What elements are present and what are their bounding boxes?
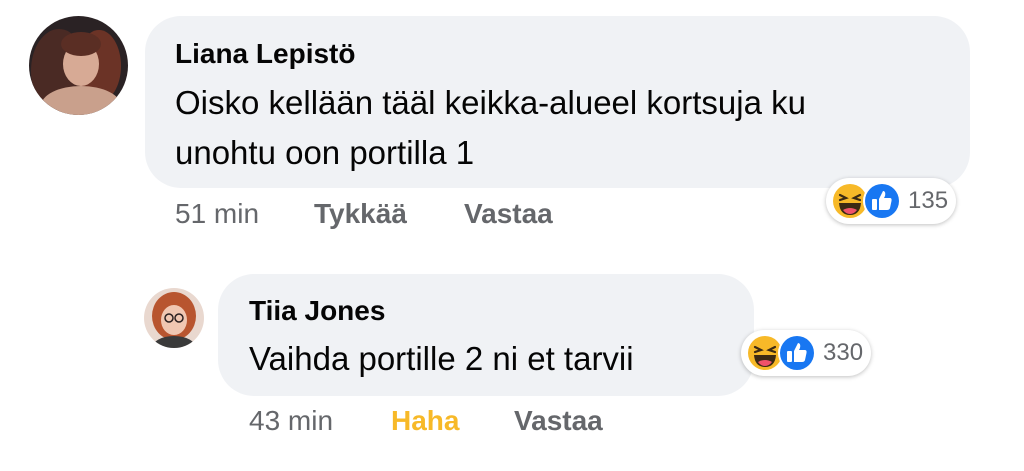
- reply-button[interactable]: Vastaa: [514, 405, 603, 437]
- reaction-count: 330: [823, 339, 864, 366]
- comment-text-line: unohtu oon portilla 1: [175, 134, 475, 171]
- reaction-count: 135: [908, 187, 949, 214]
- comment-text-line: Oisko kellään tääl keikka-alueel kortsuj…: [175, 84, 806, 121]
- like-icon: [778, 334, 816, 372]
- comment-timestamp[interactable]: 51 min: [175, 198, 259, 230]
- comment-author[interactable]: Tiia Jones: [249, 295, 385, 327]
- reaction-summary[interactable]: 135: [826, 178, 957, 224]
- like-button[interactable]: Tykkää: [314, 198, 407, 230]
- reply-button[interactable]: Vastaa: [464, 198, 553, 230]
- comment-author[interactable]: Liana Lepistö: [175, 38, 355, 70]
- reaction-summary[interactable]: 330: [741, 330, 872, 376]
- avatar-liana[interactable]: [29, 16, 128, 115]
- avatar-photo: [29, 16, 128, 115]
- avatar-photo: [144, 288, 204, 348]
- avatar-tiia[interactable]: [144, 288, 204, 348]
- haha-reaction-button[interactable]: Haha: [391, 405, 459, 437]
- comment-timestamp[interactable]: 43 min: [249, 405, 333, 437]
- comment-text-line: Vaihda portille 2 ni et tarvii: [249, 340, 634, 377]
- like-icon: [863, 182, 901, 220]
